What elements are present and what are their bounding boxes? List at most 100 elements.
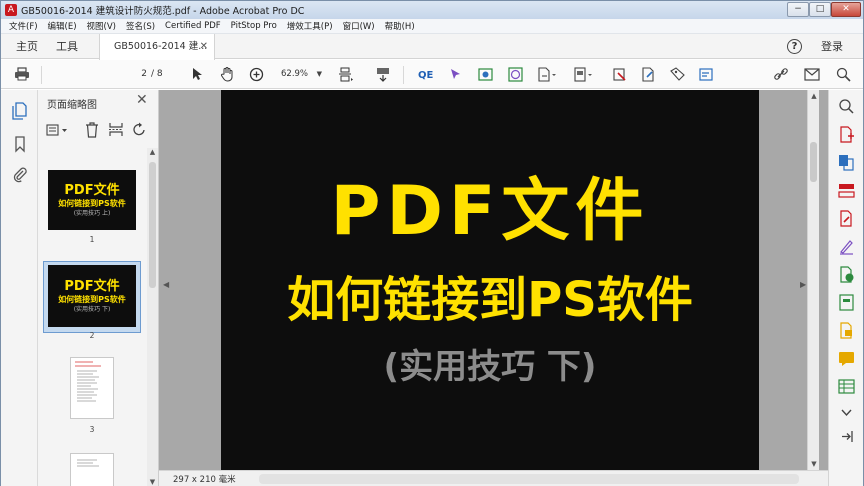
edit-pdf-icon[interactable] (838, 210, 855, 227)
export-pdf-icon[interactable] (838, 266, 855, 283)
extract-pages-icon[interactable] (108, 121, 124, 138)
search-icon[interactable] (832, 65, 854, 83)
page-thumbnail[interactable] (70, 357, 114, 419)
thumbnail-scrollbar[interactable]: ▲ ▼ (147, 148, 158, 486)
thumbnail-page-number: 1 (89, 235, 95, 244)
pen-tool-icon[interactable] (445, 65, 467, 83)
menu-view[interactable]: 视图(V) (87, 20, 116, 32)
thumbnail-options-icon[interactable] (46, 122, 70, 138)
menu-certified-pdf[interactable]: Certified PDF (165, 21, 221, 31)
tab-tools[interactable]: 工具 (56, 34, 78, 59)
menu-file[interactable]: 文件(F) (9, 20, 38, 32)
status-bar: 297 x 210 毫米 (159, 470, 828, 486)
search-icon[interactable] (838, 98, 855, 115)
link-icon[interactable] (770, 65, 792, 83)
stamp-icon[interactable] (608, 65, 630, 83)
menu-pitstop-pro[interactable]: PitStop Pro (231, 21, 277, 31)
rotate-icon[interactable] (131, 121, 147, 138)
scroll-up-icon[interactable]: ▲ (147, 148, 158, 156)
page-subheading: 如何链接到PS软件 (287, 272, 693, 328)
print-icon[interactable] (11, 65, 33, 83)
thumbnails-panel: 页面缩略图 ✕ PDF文件 如何链接到PS软件 (实用技巧 上) 1 PDF文件… (38, 90, 159, 486)
spreadsheet-icon[interactable] (838, 378, 855, 395)
horizontal-scrollbar[interactable] (259, 474, 799, 484)
scroll-thumb[interactable] (149, 162, 156, 288)
tab-document[interactable]: GB50016-2014 建... ✕ (99, 34, 215, 60)
menu-help[interactable]: 帮助(H) (385, 20, 415, 32)
export-icon[interactable] (534, 65, 560, 83)
image-icon[interactable] (474, 65, 496, 83)
close-panel-icon[interactable]: ✕ (136, 92, 148, 108)
document-icon[interactable] (570, 65, 596, 83)
scroll-up-icon[interactable]: ▲ (808, 92, 820, 100)
create-pdf-icon[interactable] (838, 126, 855, 143)
page-total: / 8 (151, 69, 163, 79)
tab-home[interactable]: 主页 (16, 34, 38, 59)
thumbnail-list: PDF文件 如何链接到PS软件 (实用技巧 上) 1 PDF文件 如何链接到PS… (38, 148, 146, 486)
login-button[interactable]: 登录 (821, 34, 843, 59)
maximize-button[interactable]: □ (809, 2, 831, 17)
thumbnail-title: PDF文件 (64, 278, 120, 294)
collapse-left-panel-icon[interactable]: ◀ (163, 280, 169, 289)
globe-icon[interactable] (504, 65, 526, 83)
annotate-icon[interactable] (838, 350, 855, 367)
page-thumbnail[interactable] (70, 453, 114, 486)
tools-pane (828, 90, 863, 486)
navigation-strip (1, 90, 38, 486)
thumbnail-caption: (实用技巧 上) (73, 209, 111, 217)
zoom-dropdown[interactable]: 62.9% ▼ (275, 67, 325, 81)
quarkxpress-icon[interactable]: QE (415, 65, 437, 83)
menu-edit[interactable]: 编辑(E) (48, 20, 77, 32)
attachment-icon[interactable] (11, 165, 29, 183)
scroll-down-icon[interactable]: ▼ (147, 478, 158, 486)
fill-sign-icon[interactable] (838, 238, 855, 255)
thumbnail-caption: (实用技巧 下) (73, 305, 111, 313)
page-number-input[interactable]: 2 (121, 67, 147, 81)
tab-close-icon[interactable]: ✕ (200, 34, 208, 59)
fit-page-icon[interactable] (335, 65, 357, 83)
expand-right-panel-icon[interactable]: ▶ (800, 280, 806, 289)
combine-files-icon[interactable] (838, 154, 855, 171)
scroll-thumb[interactable] (810, 142, 817, 182)
menu-plugins[interactable]: 增效工具(P) (287, 20, 333, 32)
hand-icon[interactable] (217, 65, 237, 83)
delete-icon[interactable] (84, 121, 100, 138)
page-thumbnail-selected[interactable]: PDF文件 如何链接到PS软件 (实用技巧 下) (48, 265, 136, 327)
comment-icon[interactable] (666, 65, 688, 83)
svg-text:QE: QE (418, 70, 434, 81)
scroll-down-icon[interactable]: ▼ (808, 460, 820, 468)
page-thumbnail[interactable]: PDF文件 如何链接到PS软件 (实用技巧 上) (48, 170, 136, 230)
document-vertical-scrollbar[interactable]: ▲ ▼ (807, 90, 819, 470)
minimize-button[interactable]: − (787, 2, 809, 17)
page-caption: (实用技巧 下) (383, 347, 597, 387)
zoom-value: 62.9% (281, 69, 309, 79)
comment-tool-icon[interactable] (838, 322, 855, 339)
thumbnail-page-number: 2 (89, 331, 95, 340)
edit-icon[interactable] (637, 65, 659, 83)
bookmark-icon[interactable] (11, 135, 29, 153)
select-arrow-icon[interactable] (187, 65, 207, 83)
toolbar-divider (403, 66, 404, 84)
acrobat-window: A GB50016-2014 建筑设计防火规范.pdf - Adobe Acro… (0, 0, 864, 486)
page-heading: PDF文件 (330, 172, 650, 251)
create-form-icon[interactable] (838, 294, 855, 311)
panel-title: 页面缩略图 (47, 100, 97, 111)
tab-row: 主页 工具 GB50016-2014 建... ✕ ? 登录 (1, 34, 863, 60)
pdf-page[interactable]: PDF文件 如何链接到PS软件 (实用技巧 下) (221, 90, 759, 470)
mail-icon[interactable] (801, 65, 823, 83)
title-bar: A GB50016-2014 建筑设计防火规范.pdf - Adobe Acro… (1, 1, 863, 19)
menu-sign[interactable]: 签名(S) (126, 20, 155, 32)
zoom-in-icon[interactable] (246, 65, 266, 83)
page-thumbnails-icon[interactable] (11, 102, 29, 120)
organize-pages-icon[interactable] (838, 182, 855, 199)
form-icon[interactable] (695, 65, 717, 83)
document-viewport[interactable]: ◀ PDF文件 如何链接到PS软件 (实用技巧 下) ▶ ▲ ▼ (159, 90, 828, 470)
help-icon[interactable]: ? (787, 39, 802, 54)
close-button[interactable]: ✕ (831, 2, 861, 17)
collapse-pane-icon[interactable] (838, 428, 855, 445)
chevron-down-icon[interactable] (838, 404, 855, 421)
menu-window[interactable]: 窗口(W) (343, 20, 375, 32)
toolbar-divider (41, 66, 42, 84)
thumbnail-page-number: 3 (89, 425, 95, 434)
scroll-mode-icon[interactable] (372, 65, 394, 83)
